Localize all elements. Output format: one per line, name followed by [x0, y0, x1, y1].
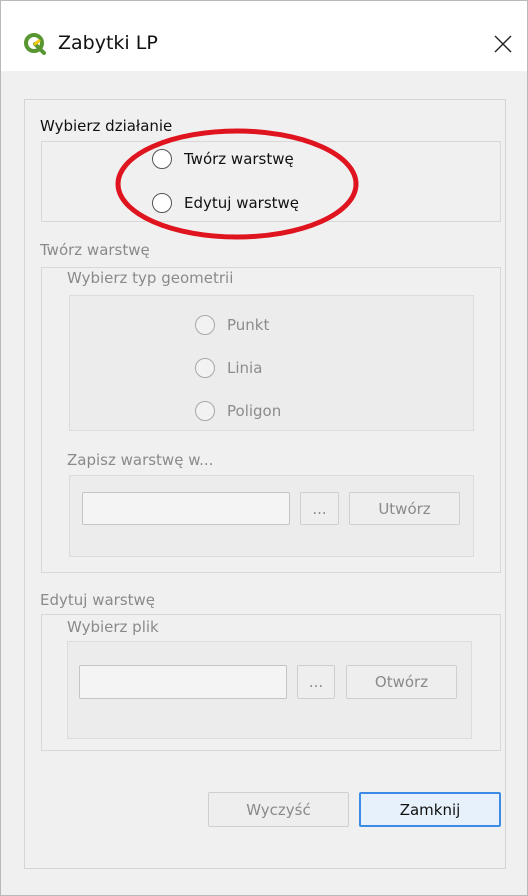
radio-create-layer-label: Twórz warstwę [184, 150, 294, 168]
radio-line-label: Linia [227, 359, 263, 377]
radio-point[interactable]: Punkt [195, 313, 269, 337]
radio-polygon-label: Poligon [227, 402, 282, 420]
radio-button[interactable] [195, 401, 215, 421]
radio-button[interactable] [195, 315, 215, 335]
title-bar[interactable]: Zabytki LP [1, 1, 527, 71]
geometry-group-label: Wybierz typ geometrii [67, 269, 234, 287]
create-button[interactable]: Utwórz [349, 492, 460, 525]
save-group-label: Zapisz warstwę w... [67, 451, 214, 469]
radio-button[interactable] [195, 358, 215, 378]
radio-button[interactable] [152, 149, 172, 169]
radio-line[interactable]: Linia [195, 356, 262, 380]
window-title: Zabytki LP [58, 32, 158, 54]
open-button[interactable]: Otwórz [346, 665, 457, 699]
edit-group-label: Edytuj warstwę [40, 591, 156, 609]
radio-edit-layer-label: Edytuj warstwę [184, 194, 300, 212]
save-path-field[interactable] [82, 492, 290, 525]
file-group-label: Wybierz plik [67, 618, 159, 636]
qgis-logo-icon [24, 33, 46, 55]
close-icon[interactable] [493, 34, 513, 54]
dialog-window: Zabytki LP Wybierz działanie Twórz warst… [0, 0, 528, 896]
radio-point-label: Punkt [227, 316, 270, 334]
open-path-field[interactable] [79, 665, 287, 699]
open-browse-button[interactable]: ... [297, 665, 335, 699]
radio-create-layer[interactable]: Twórz warstwę [152, 147, 294, 171]
create-group-label: Twórz warstwę [40, 241, 150, 259]
radio-polygon[interactable]: Poligon [195, 399, 281, 423]
radio-button[interactable] [152, 193, 172, 213]
action-group-label: Wybierz działanie [40, 117, 173, 135]
radio-edit-layer[interactable]: Edytuj warstwę [152, 191, 299, 215]
close-button[interactable]: Zamknij [359, 792, 501, 827]
save-browse-button[interactable]: ... [300, 492, 339, 525]
clear-button[interactable]: Wyczyść [208, 792, 349, 827]
